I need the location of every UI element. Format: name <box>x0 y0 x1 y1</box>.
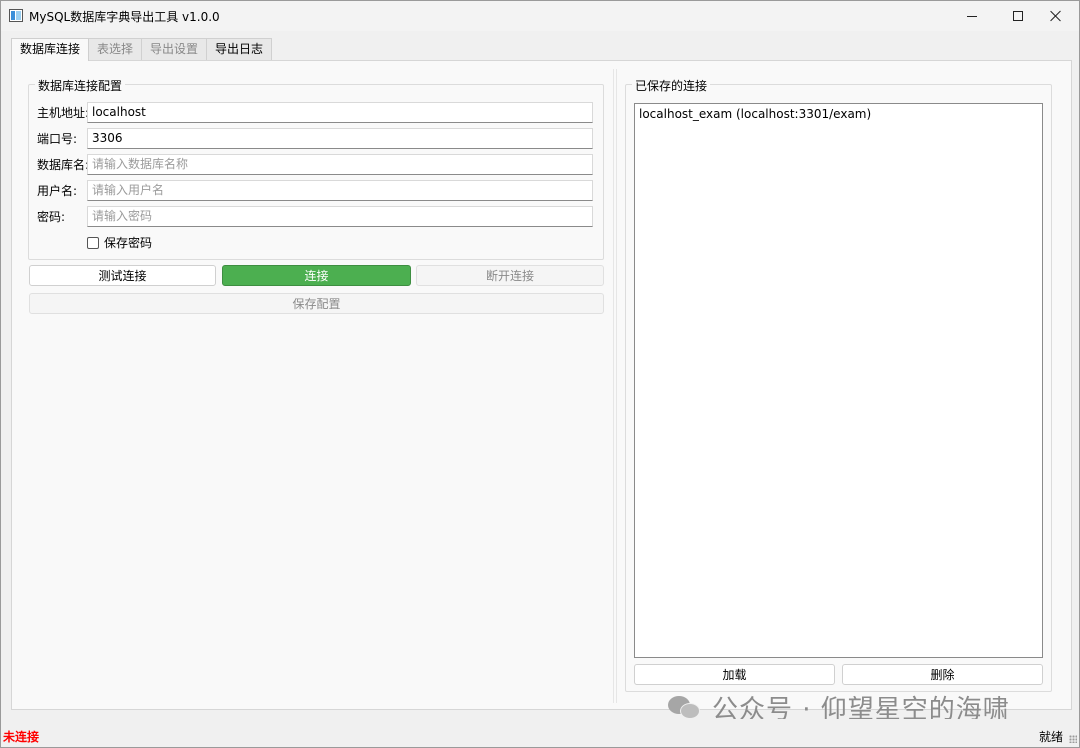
host-label: 主机地址: <box>37 105 90 120</box>
resize-grip-icon[interactable] <box>1069 735 1077 743</box>
port-label: 端口号: <box>37 131 78 146</box>
tab-panel: 数据库连接配置 主机地址: 端口号: 数据库名: 用户名: 密码: <box>11 60 1072 710</box>
wechat-icon <box>668 694 704 722</box>
test-connection-button[interactable]: 测试连接 <box>29 265 216 286</box>
delete-button[interactable]: 删除 <box>842 664 1043 685</box>
load-button[interactable]: 加载 <box>634 664 835 685</box>
tab-table-selection[interactable]: 表选择 <box>88 38 143 60</box>
save-password-row[interactable]: 保存密码 <box>87 234 152 251</box>
splitter-handle[interactable] <box>613 69 617 703</box>
status-bar: 未连接 就绪 <box>1 719 1079 747</box>
list-item[interactable]: localhost_exam (localhost:3301/exam) <box>635 104 1042 124</box>
saved-connections-group: 已保存的连接 localhost_exam (localhost:3301/ex… <box>625 77 1052 692</box>
window-title: MySQL数据库字典导出工具 v1.0.0 <box>29 10 220 24</box>
password-label: 密码: <box>37 209 66 224</box>
connection-config-group: 数据库连接配置 主机地址: 端口号: 数据库名: 用户名: 密码: <box>28 77 604 260</box>
title-bar: MySQL数据库字典导出工具 v1.0.0 <box>1 1 1079 31</box>
tab-export-log[interactable]: 导出日志 <box>206 38 273 60</box>
database-label: 数据库名: <box>37 157 90 172</box>
minimize-button[interactable] <box>949 1 995 31</box>
saved-connections-list[interactable]: localhost_exam (localhost:3301/exam) <box>634 103 1043 658</box>
minimize-icon <box>967 15 977 17</box>
port-input[interactable] <box>87 127 593 149</box>
host-input[interactable] <box>87 101 593 123</box>
connection-status: 未连接 <box>3 730 40 744</box>
database-input[interactable] <box>87 153 593 175</box>
save-password-label: 保存密码 <box>104 236 153 250</box>
disconnect-button[interactable]: 断开连接 <box>416 265 604 286</box>
tab-database-connection[interactable]: 数据库连接 <box>11 38 90 61</box>
close-button[interactable] <box>1033 1 1079 31</box>
password-input[interactable] <box>87 205 593 227</box>
username-label: 用户名: <box>37 183 78 198</box>
close-icon <box>1050 10 1062 22</box>
saved-connections-title: 已保存的连接 <box>632 77 711 94</box>
tab-bar: 数据库连接 表选择 导出设置 导出日志 <box>11 38 273 61</box>
save-password-checkbox[interactable] <box>87 236 99 249</box>
connection-config-title: 数据库连接配置 <box>35 77 126 94</box>
connect-button[interactable]: 连接 <box>222 265 411 286</box>
maximize-icon <box>1013 11 1023 21</box>
username-input[interactable] <box>87 179 593 201</box>
save-config-button[interactable]: 保存配置 <box>29 293 604 314</box>
ready-status: 就绪 <box>1039 730 1064 744</box>
app-icon <box>9 9 23 22</box>
app-window: MySQL数据库字典导出工具 v1.0.0 数据库连接 表选择 导出设置 导出日… <box>0 0 1080 748</box>
tab-export-settings[interactable]: 导出设置 <box>141 38 208 60</box>
